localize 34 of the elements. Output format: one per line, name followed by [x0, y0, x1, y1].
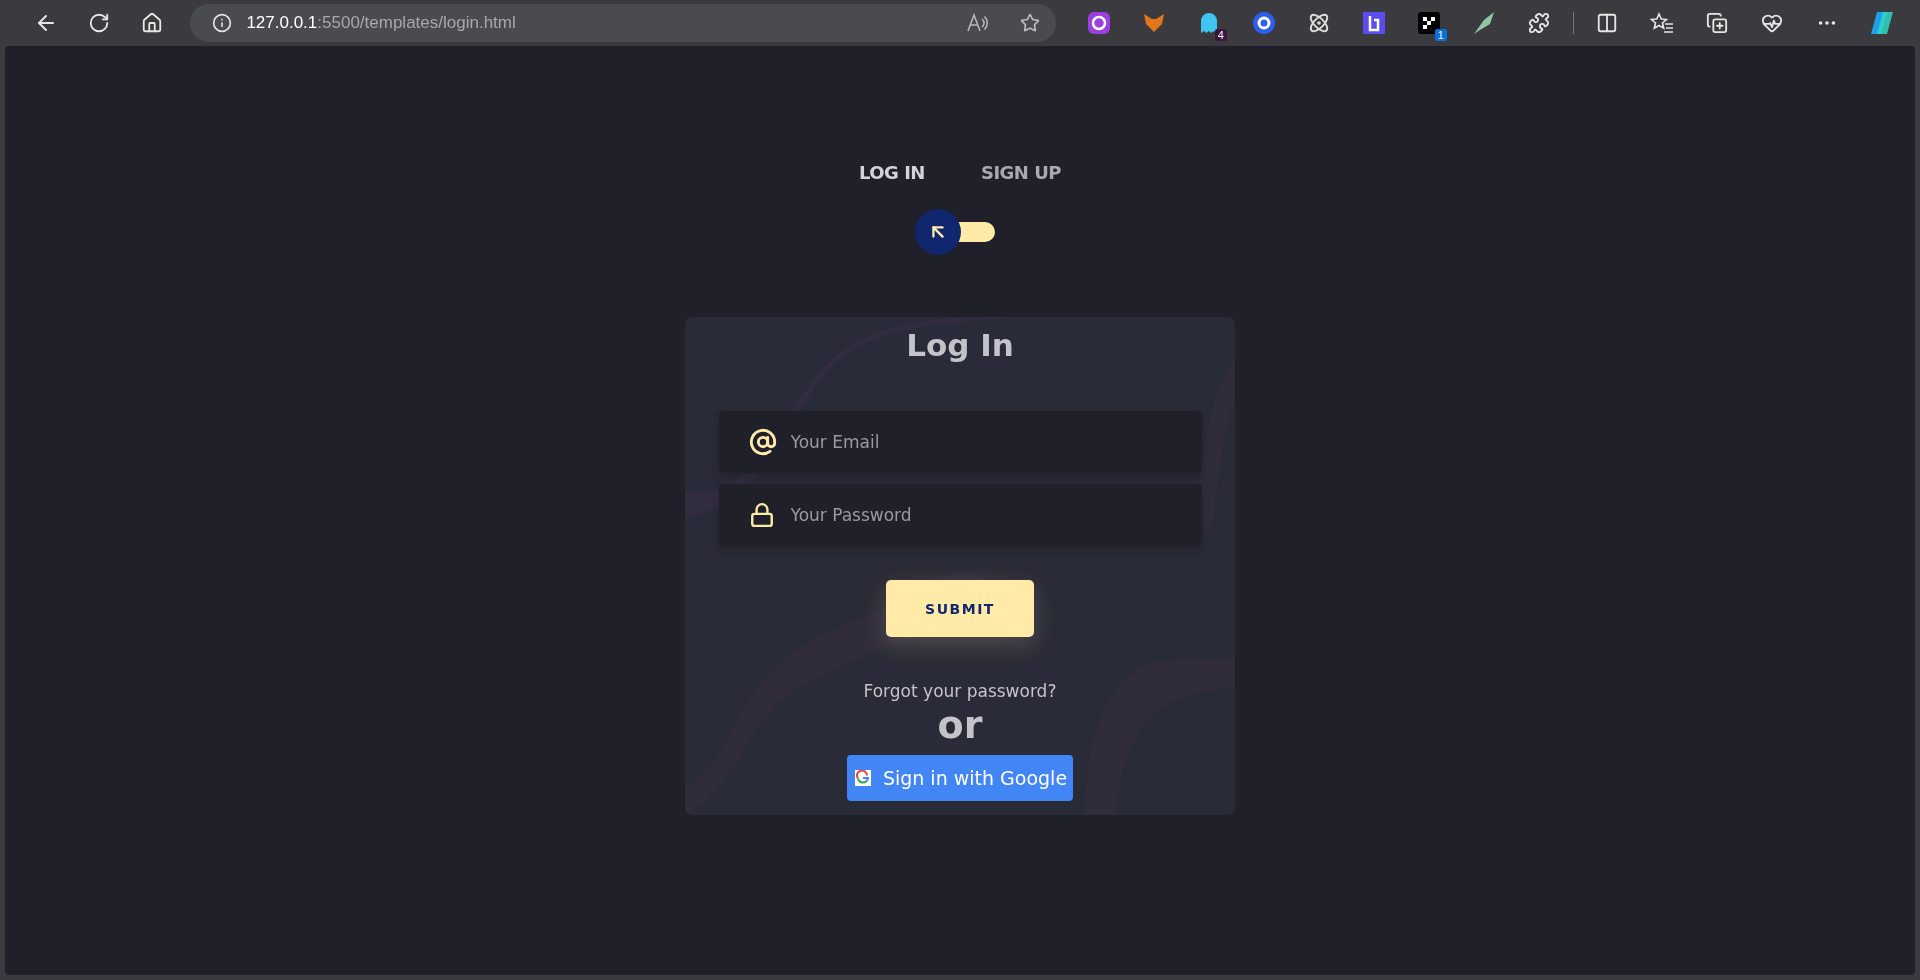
address-bar[interactable]: 127.0.0.1:5500/templates/login.html [190, 4, 1056, 42]
lock-icon [748, 502, 775, 528]
forgot-password-link[interactable]: Forgot your password? [863, 681, 1057, 701]
count-badge: 4 [1214, 29, 1227, 41]
google-sign-in-button[interactable]: Sign in with Google [846, 754, 1074, 801]
card-title: Log In [906, 327, 1014, 363]
read-aloud-icon[interactable] [966, 13, 988, 33]
split-screen-icon[interactable] [1596, 12, 1619, 34]
email-field[interactable]: Your Email [718, 411, 1202, 473]
google-logo-icon [854, 769, 871, 786]
bracket-icon[interactable] [1363, 12, 1386, 34]
collections-icon[interactable] [1706, 12, 1729, 34]
nav-tab[interactable]: LOG IN [859, 162, 925, 183]
refresh-icon[interactable] [88, 12, 111, 34]
ghost-icon[interactable] [1200, 12, 1219, 34]
atom-icon[interactable] [1308, 12, 1331, 34]
fox-icon[interactable] [1142, 12, 1167, 34]
extensions-icon[interactable] [1528, 12, 1551, 34]
ring-icon[interactable] [1253, 12, 1276, 34]
submit-button[interactable]: SUBMIT [886, 580, 1034, 637]
copilot-icon[interactable] [1869, 11, 1896, 35]
leaf-icon[interactable] [1472, 12, 1497, 34]
home-icon[interactable] [141, 12, 163, 34]
url-text: 127.0.0.1:5500/templates/login.html [246, 13, 517, 33]
favorites-icon[interactable] [1650, 12, 1675, 34]
extension-icon[interactable] [1088, 12, 1111, 34]
favorite-star-icon[interactable] [1020, 13, 1040, 33]
at-sign-icon [748, 428, 777, 456]
or-divider-text: or [937, 705, 983, 747]
count-badge: 1 [1434, 29, 1447, 41]
health-icon[interactable] [1761, 12, 1784, 34]
info-icon[interactable] [212, 13, 233, 33]
password-field[interactable]: Your Password [718, 484, 1202, 546]
nav-tab[interactable]: SIGN UP [980, 162, 1061, 183]
